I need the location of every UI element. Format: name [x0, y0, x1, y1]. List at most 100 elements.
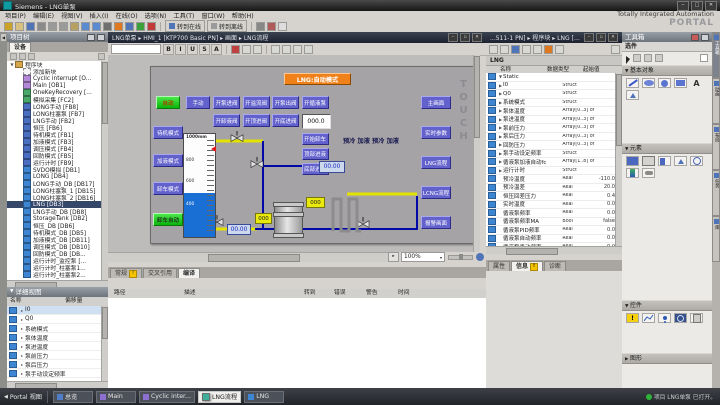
fit-screen-icon[interactable] — [476, 253, 484, 261]
side-tab[interactable]: 工具箱 — [712, 32, 720, 78]
db-row[interactable]: ▶ 运行计时 Struct — [486, 167, 615, 176]
menu-item[interactable]: 编辑(E) — [33, 11, 54, 20]
taskbar-button[interactable]: Cyclic inter... — [139, 391, 195, 403]
collapse-icon[interactable] — [701, 34, 709, 41]
db-row[interactable]: 循液泵频率 Real 0.0 — [486, 209, 615, 218]
order-icon[interactable] — [282, 45, 291, 54]
tree-filter-icon[interactable] — [10, 53, 17, 60]
taskbar-button[interactable]: 总览 — [53, 391, 93, 403]
valve-button[interactable]: 开底进阀 — [272, 114, 299, 127]
date-time-field-icon[interactable] — [690, 156, 703, 166]
detail-view-row[interactable]: ▸ I0 — [7, 306, 102, 315]
toolbar-icon[interactable] — [103, 22, 112, 31]
menu-item[interactable]: 选项(N) — [145, 11, 167, 20]
screen-nav-button[interactable]: LNG流程 — [421, 156, 451, 169]
line-style-icon[interactable] — [253, 45, 262, 54]
tree-item[interactable]: Main [OB1] — [7, 82, 102, 89]
download-values-icon[interactable] — [544, 45, 553, 54]
db-row[interactable]: ▶ 循液泵加液自动fc Array[1..8] of Real — [486, 158, 615, 167]
editor-close-button[interactable]: ✕ — [472, 33, 482, 42]
db-hscrollbar[interactable] — [486, 246, 622, 254]
side-tab[interactable]: 动画 — [712, 78, 720, 124]
db-row[interactable]: 循液泵频率MA Bool false — [486, 218, 615, 227]
section-basic-objects[interactable]: ▼ 基本对象 — [622, 65, 712, 76]
setpoint-display[interactable]: 000.0 — [302, 114, 331, 129]
tree-item[interactable]: 运行计时_柱塞泵2... — [7, 271, 102, 278]
inspector-tab[interactable]: 编译 ! — [178, 268, 200, 278]
detail-view-row[interactable]: ▸ 泵进温度 — [7, 342, 102, 351]
section-graphics[interactable]: ▶ 图形 — [622, 353, 712, 364]
vaporizer-coil[interactable] — [331, 193, 363, 233]
tree-item[interactable]: LONG柱塞泵_2 [DB16] — [7, 194, 102, 201]
toolbar-icon[interactable] — [59, 22, 68, 31]
collapse-icon[interactable] — [97, 34, 105, 41]
more-icon[interactable] — [611, 45, 620, 54]
hmi-screen[interactable]: 1000mm 800 600 400 LNG:自动模式 自动 手动 — [150, 66, 474, 244]
valve-button[interactable]: 开卸液阀 — [213, 114, 240, 127]
line-icon[interactable] — [626, 78, 639, 88]
db-row[interactable]: 实时温度 Real 0.0 — [486, 201, 615, 210]
toolbar-icon[interactable] — [147, 22, 156, 31]
ellipse-icon[interactable] — [642, 78, 655, 88]
format-button[interactable]: U — [187, 44, 198, 55]
editor-maximize-button[interactable]: ▫ — [596, 33, 606, 42]
toolbar-icon[interactable] — [125, 22, 134, 31]
toolbar-icon[interactable] — [37, 22, 46, 31]
switch-icon[interactable] — [642, 168, 655, 178]
insert-row-icon[interactable] — [489, 45, 498, 54]
pump-icon[interactable] — [274, 203, 303, 237]
tree-item[interactable]: 添加新块 — [7, 68, 102, 75]
db-row[interactable]: 预冷温差 Real 20.0 — [486, 184, 615, 193]
portal-view-button[interactable]: ◀ Portal 视图 — [4, 392, 42, 401]
monitor-icon[interactable] — [555, 45, 564, 54]
cursor-icon[interactable] — [626, 56, 630, 64]
toolbar-icon[interactable] — [15, 22, 24, 31]
tree-settings-icon[interactable] — [98, 53, 105, 60]
bar-icon[interactable] — [626, 168, 639, 178]
recipe-view-icon[interactable] — [690, 313, 703, 323]
dock-icon[interactable] — [691, 34, 699, 41]
auto-button[interactable]: 自动 — [156, 96, 180, 109]
alarm-view-icon[interactable]: ! — [626, 313, 639, 323]
zoom-slider[interactable] — [448, 255, 473, 260]
minimize-button[interactable]: ‒ — [677, 1, 689, 11]
rectangle-icon[interactable] — [674, 78, 687, 88]
inspector-tab[interactable]: 诊断 ! — [544, 261, 566, 271]
inspector-tab[interactable]: 常规 ! — [110, 268, 142, 278]
db-row[interactable]: 预冷温度 Real -110.0 — [486, 175, 615, 184]
valve-button[interactable]: 开泵出阀 — [272, 96, 299, 109]
lng-auto-mode-banner[interactable]: LNG:自动模式 — [284, 73, 351, 85]
db-row[interactable]: ▶ 泵前压力 Array[0..3] of Real — [486, 124, 615, 133]
db-row[interactable]: ▶ 回防压力 Array[0..3] of Real — [486, 141, 615, 150]
menu-item[interactable]: 工具(T) — [173, 11, 194, 20]
editor-minimize-button[interactable]: ‒ — [448, 33, 458, 42]
valve-button[interactable]: 开泵进阀 — [213, 96, 240, 109]
taskbar-button[interactable]: LNG流程 — [198, 391, 241, 403]
value-display-1[interactable]: 000 — [306, 197, 325, 208]
tree-item[interactable]: SVDO模拟 [DB1] — [7, 166, 102, 173]
mode-button[interactable]: 加液模式 — [153, 154, 183, 167]
toolbar-icon[interactable] — [81, 22, 90, 31]
db-row[interactable]: ▶ 泵体温度 Array[0..3] of Real — [486, 107, 615, 116]
group-icon[interactable] — [293, 45, 302, 54]
close-all-icon[interactable] — [267, 22, 276, 31]
menu-item[interactable]: 视图(V) — [61, 11, 82, 20]
db-row[interactable]: ▶ Q0 Struct — [486, 90, 615, 99]
rotate-icon[interactable] — [271, 45, 280, 54]
add-row-icon[interactable] — [500, 45, 509, 54]
go-online-button[interactable]: 转到在线 — [165, 20, 205, 32]
circle-icon[interactable] — [658, 78, 671, 88]
valve-button[interactable]: 开顶进阀 — [243, 114, 270, 127]
flow-display-bottom[interactable]: 00.00 — [227, 224, 251, 235]
detail-view-caption[interactable]: ▼ 详细视图 — [7, 287, 108, 297]
side-tab[interactable]: 任务 — [712, 170, 720, 216]
toolbar-icon[interactable] — [136, 22, 145, 31]
db-row[interactable]: ▶ 泵进温度 Array[0..3] of Real — [486, 116, 615, 125]
menu-item[interactable]: 在线(O) — [116, 11, 138, 20]
editor-close-button[interactable]: ✕ — [608, 33, 618, 42]
expand-all-icon[interactable] — [19, 53, 26, 60]
tree-vscrollbar[interactable] — [101, 61, 108, 280]
menu-item[interactable]: 插入(I) — [90, 11, 109, 20]
db-row[interactable]: ▶ 泵手动设定频率 Struct — [486, 150, 615, 159]
canvas-hscrollbar[interactable] — [108, 252, 388, 262]
